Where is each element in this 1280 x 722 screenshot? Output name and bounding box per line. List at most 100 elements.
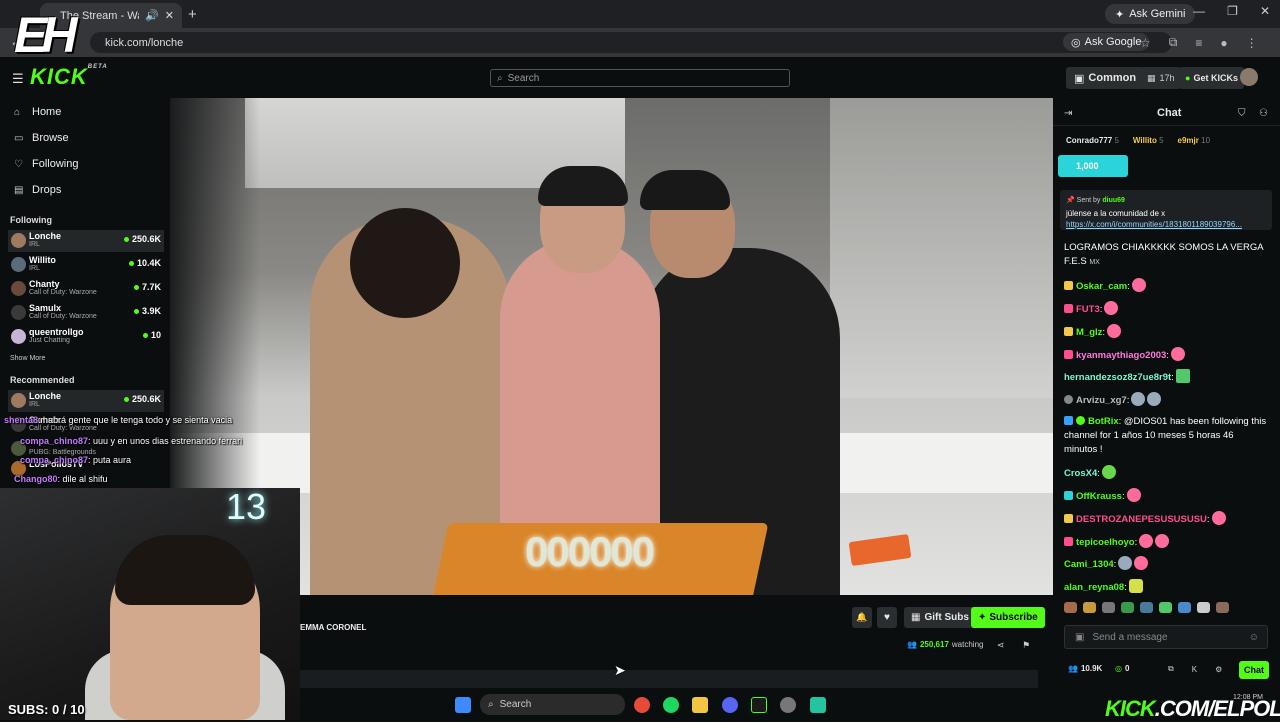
users-icon[interactable]: ⚇ <box>1259 108 1268 119</box>
kick-icon[interactable]: K <box>1192 665 1197 674</box>
notification-bell-button[interactable]: 🔔 <box>852 607 872 628</box>
get-kicks-button[interactable]: ● Get KICKs <box>1179 67 1244 89</box>
emote-icon[interactable] <box>1159 602 1172 613</box>
close-window-icon[interactable]: ✕ <box>1260 4 1270 18</box>
report-icon[interactable]: ⚑ <box>1022 640 1030 651</box>
ask-google-button[interactable]: ◎ Ask Google <box>1063 33 1150 51</box>
subscribe-button[interactable]: ✦ Subscribe <box>971 607 1045 628</box>
message-text: : <box>1127 281 1130 292</box>
emote-icon[interactable] <box>1102 602 1115 613</box>
pinned-sender: 📌 Sent by diuu69 <box>1066 196 1125 204</box>
audio-app-icon[interactable] <box>810 697 826 713</box>
emote-icon[interactable] <box>1140 602 1153 613</box>
chat-message-input[interactable]: ▣ Send a message ☺ <box>1064 625 1268 649</box>
speaker-icon[interactable]: 🔊 <box>145 9 159 22</box>
watch-time-button[interactable]: ▦ 17h <box>1141 67 1181 89</box>
chat-username[interactable]: hernandezsoz8z7ue8r9t <box>1064 372 1171 383</box>
chat-username[interactable]: alan_reyna08 <box>1064 582 1124 593</box>
chat-username[interactable]: Arvizu_xg7 <box>1076 395 1127 406</box>
emote-icon[interactable] <box>1083 602 1096 613</box>
spotify-icon[interactable] <box>663 697 679 713</box>
emote-icon[interactable] <box>1064 602 1077 613</box>
sidebar-channel-chanty[interactable]: Chanty Call of Duty: Warzone 7.7K <box>8 278 164 300</box>
kick-coins[interactable]: ◎ 0 <box>1115 664 1129 673</box>
close-tab-icon[interactable]: ✕ <box>165 9 174 22</box>
sidebar-channel-samulx[interactable]: Samulx Call of Duty: Warzone 3.9K <box>8 302 164 324</box>
url-text[interactable]: kick.com/lonche <box>105 37 183 49</box>
message-text: : <box>1134 537 1138 548</box>
file-explorer-icon[interactable] <box>692 697 708 713</box>
top-gifter[interactable]: e9mjr 10 <box>1178 136 1211 145</box>
top-gifter[interactable]: Conrado777 5 <box>1066 136 1119 145</box>
nav-home[interactable]: ⌂ Home <box>14 106 61 118</box>
minimize-icon[interactable]: — <box>1193 4 1205 18</box>
search-input[interactable]: ⌕ Search <box>490 69 790 87</box>
badge-icon <box>1064 395 1073 404</box>
chrome-icon[interactable] <box>634 697 650 713</box>
ask-gemini-button[interactable]: ✦ Ask Gemini <box>1105 4 1196 24</box>
nav-drops[interactable]: ▤ Drops <box>14 184 61 196</box>
send-placeholder: Send a message <box>1092 631 1168 643</box>
chat-username[interactable]: tepicoelhoyo <box>1076 537 1135 548</box>
gift-subs-button[interactable]: ▦ Gift Subs <box>904 607 976 628</box>
streamer-name[interactable]: EMMA CORONEL <box>300 623 366 632</box>
new-tab-icon[interactable]: + <box>188 6 197 23</box>
common-button[interactable]: ▣ Common <box>1066 67 1145 89</box>
message-text: : <box>1102 327 1106 338</box>
maximize-icon[interactable]: ❐ <box>1227 4 1238 18</box>
gift-icon: ▦ <box>911 612 921 623</box>
pinned-user[interactable]: diuu69 <box>1102 197 1125 204</box>
browser-menu-icon[interactable]: ⋮ <box>1246 36 1258 50</box>
popout-icon[interactable]: ⧉ <box>1168 664 1174 674</box>
shield-icon[interactable]: ⛉ <box>1238 108 1246 119</box>
chat-username[interactable]: BotRix <box>1088 416 1119 427</box>
nav-browse[interactable]: ▭ Browse <box>14 132 69 144</box>
extensions-icon[interactable]: ⧉ <box>1169 35 1178 50</box>
follow-button[interactable]: ♥ <box>877 607 897 628</box>
steam-icon[interactable] <box>780 697 796 713</box>
taskbar-search[interactable]: ⌕ Search <box>480 694 625 715</box>
chat-username[interactable]: kyanmaythiago2003 <box>1076 350 1166 361</box>
hamburger-menu-icon[interactable]: ☰ <box>12 71 24 87</box>
emote-icon[interactable] <box>1121 602 1134 613</box>
emote-icon <box>1126 488 1141 502</box>
chat-username[interactable]: OffKrauss <box>1076 491 1122 502</box>
video-player[interactable]: 000000 <box>170 98 1053 595</box>
collapse-chat-icon[interactable]: ⇥ <box>1064 108 1072 119</box>
settings-gear-icon[interactable]: ⚙ <box>1215 665 1222 674</box>
pinned-link[interactable]: https://x.com/i/communities/183180118903… <box>1066 220 1256 229</box>
app-icon[interactable] <box>751 697 767 713</box>
channel-category: IRL <box>29 401 40 408</box>
media-icon[interactable]: ≡ <box>1195 36 1202 50</box>
bookmark-star-icon[interactable]: ☆ <box>1140 36 1151 50</box>
chat-message: tepicoelhoyo: <box>1064 534 1269 550</box>
emote-icon[interactable] <box>1197 602 1210 613</box>
sidebar-channel-queentrollgo[interactable]: queentrollgo Just Chatting 10 <box>8 326 164 348</box>
chat-username[interactable]: Cami_1304 <box>1064 559 1114 570</box>
top-gifter[interactable]: Willito 5 <box>1133 136 1164 145</box>
chat-username[interactable]: M_glz <box>1076 327 1102 338</box>
chat-username[interactable]: FUT3 <box>1076 304 1100 315</box>
chat-username[interactable]: CrosX4 <box>1064 468 1097 479</box>
share-icon[interactable]: ⋖ <box>997 640 1005 651</box>
chat-message: LOGRAMOS CHIAKKKKK SOMOS LA VERGA F.E.S … <box>1064 241 1269 270</box>
profile-icon[interactable]: ● <box>1220 36 1227 50</box>
kicks-tip-badge[interactable]: 1,000 <box>1058 155 1128 177</box>
emote-icon[interactable] <box>1216 602 1229 613</box>
nav-following[interactable]: ♡ Following <box>14 158 78 170</box>
kick-logo[interactable]: KICKBETA <box>30 64 108 90</box>
show-more-link[interactable]: Show More <box>10 355 45 362</box>
chat-username[interactable]: DESTROZANEPESUSUSUSU <box>1076 514 1207 525</box>
sidebar-recommended-lonche[interactable]: Lonche IRL 250.6K <box>8 390 164 412</box>
chat-username[interactable]: Oskar_cam <box>1076 281 1127 292</box>
send-chat-button[interactable]: Chat <box>1239 661 1269 679</box>
sidebar-channel-willito[interactable]: Willito IRL 10.4K <box>8 254 164 276</box>
emote-icon[interactable] <box>1178 602 1191 613</box>
omnibox[interactable] <box>90 32 1172 53</box>
following-heading: Following <box>10 215 52 225</box>
windows-start-icon[interactable] <box>455 697 471 713</box>
sidebar-channel-lonche[interactable]: Lonche IRL 250.6K <box>8 230 164 252</box>
user-avatar[interactable] <box>1240 68 1258 86</box>
discord-icon[interactable] <box>722 697 738 713</box>
emoji-icon[interactable]: ☺ <box>1249 632 1259 643</box>
